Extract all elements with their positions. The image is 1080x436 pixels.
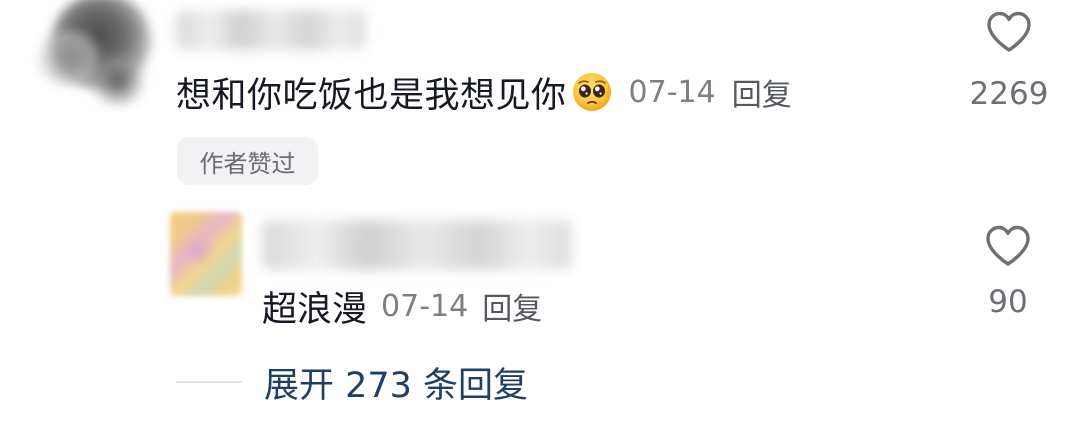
divider [176, 381, 242, 383]
reply-avatar[interactable] [164, 206, 248, 302]
author-liked-badge: 作者赞过 [177, 137, 318, 185]
username-blurred[interactable] [176, 10, 366, 50]
comment-like[interactable]: 2269 [954, 10, 1064, 112]
comment-reply-button[interactable]: 回复 [732, 70, 792, 114]
reply-reply-button[interactable]: 回复 [482, 284, 542, 328]
reply-date: 07-14 [381, 288, 469, 324]
heart-outline-icon[interactable] [985, 10, 1033, 58]
like-count: 90 [988, 284, 1028, 320]
reply-row: 超浪漫 07-14 回复 [262, 282, 542, 330]
comment-text: 想和你吃饭也是我想见你 [176, 75, 567, 116]
expand-replies[interactable]: 展开 273 条回复 [176, 358, 528, 406]
comment-date: 07-14 [628, 74, 716, 110]
reply-text: 超浪漫 [262, 289, 368, 330]
reply-like[interactable]: 90 [953, 224, 1063, 320]
heart-outline-icon[interactable] [984, 224, 1032, 272]
avatar[interactable] [30, 0, 160, 112]
comment-row: 想和你吃饭也是我想见你 07-14 回复 [176, 70, 792, 116]
reply-username-blurred[interactable] [262, 220, 572, 270]
like-count: 2269 [969, 76, 1049, 112]
pleading-face-emoji-icon [571, 71, 613, 113]
expand-replies-label[interactable]: 展开 273 条回复 [264, 357, 528, 408]
